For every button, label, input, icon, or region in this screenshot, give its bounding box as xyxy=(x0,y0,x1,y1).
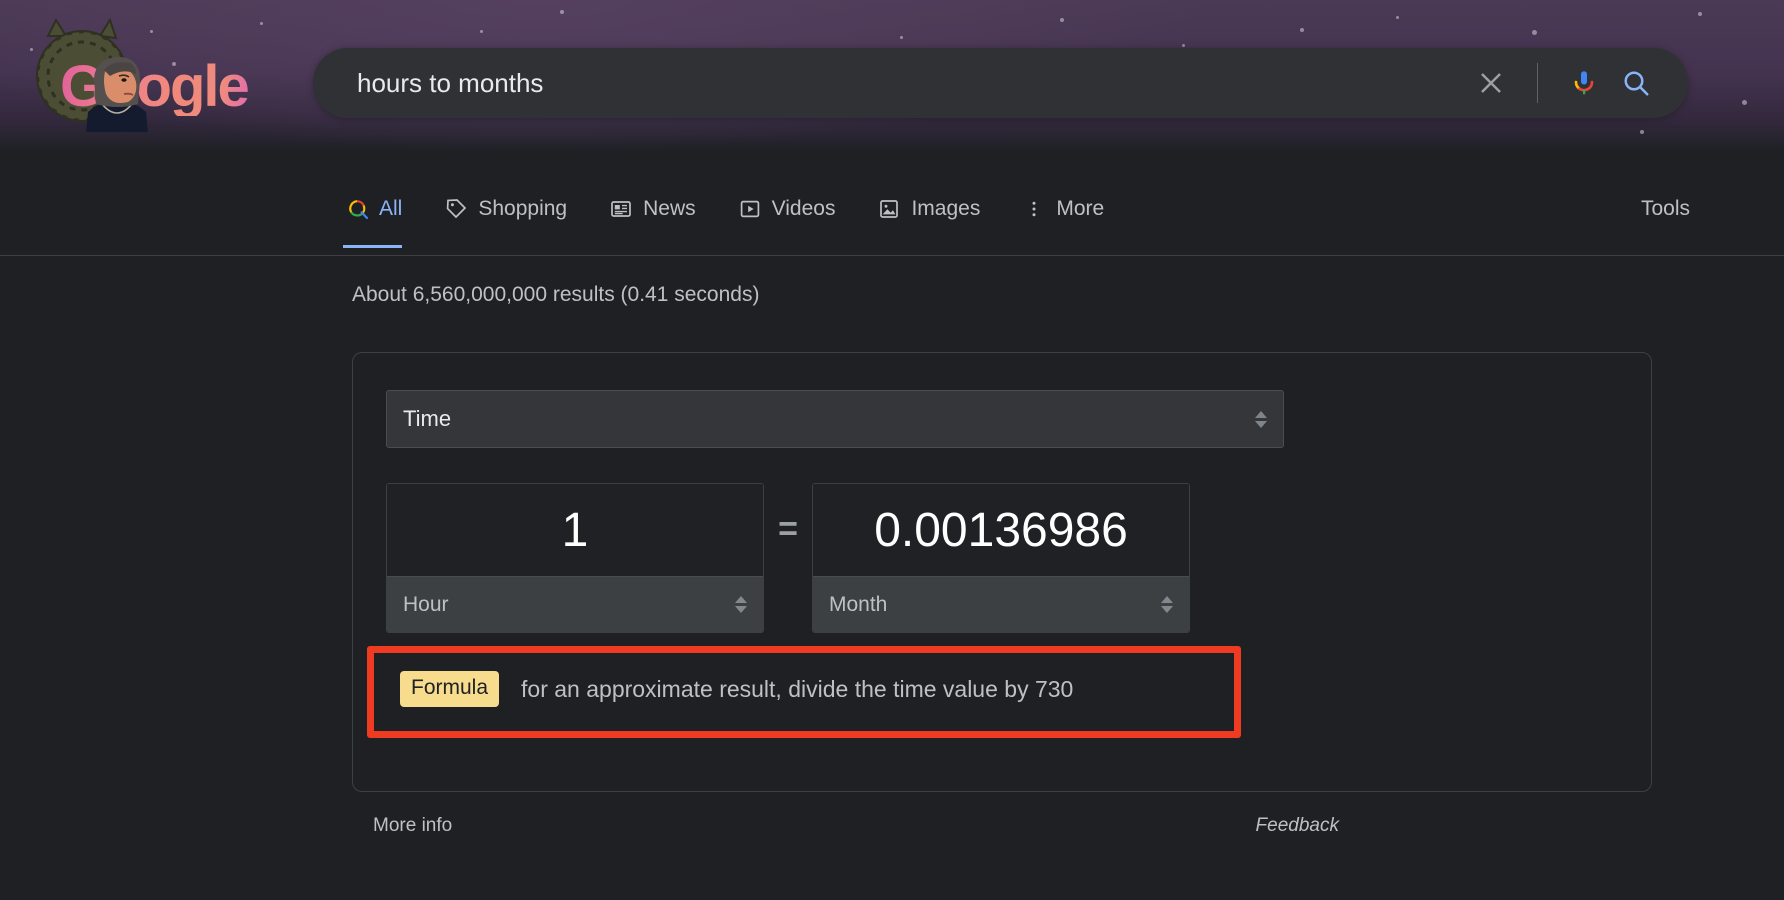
stepper-down-arrow[interactable] xyxy=(1255,420,1267,428)
equals-sign: = xyxy=(778,509,798,548)
stepper-icon[interactable] xyxy=(735,596,747,613)
image-icon xyxy=(880,200,899,218)
stepper-up-arrow[interactable] xyxy=(1255,410,1267,418)
searchbar-divider xyxy=(1537,63,1538,103)
converter-from-unit-label: Hour xyxy=(403,592,449,616)
microphone-icon xyxy=(1574,71,1594,95)
search-submit-button[interactable] xyxy=(1610,57,1662,109)
converter-to-column: Month xyxy=(812,483,1190,633)
formula-annotation-highlight: Formula for an approximate result, divid… xyxy=(367,646,1241,738)
formula-text: for an approximate result, divide the ti… xyxy=(521,675,1074,702)
star-dot xyxy=(900,36,903,39)
star-dot xyxy=(260,22,263,25)
converter-from-column: Hour xyxy=(386,483,764,633)
result-stats: About 6,560,000,000 results (0.41 second… xyxy=(352,283,760,306)
star-dot xyxy=(1182,44,1185,47)
doodle-person-illustration xyxy=(86,57,148,132)
converter-to-value[interactable] xyxy=(813,484,1189,576)
converter-category-select[interactable]: Time xyxy=(386,390,1284,448)
tab-images[interactable]: Images xyxy=(877,178,980,234)
stepper-down-arrow[interactable] xyxy=(1161,606,1173,613)
header-banner: Google xyxy=(0,0,1784,152)
tab-label: News xyxy=(643,197,696,220)
tab-label: Videos xyxy=(771,197,836,220)
formula-row: Formula for an approximate result, divid… xyxy=(400,671,1073,707)
converter-row: Hour = Month xyxy=(386,483,1286,633)
tab-all[interactable]: All xyxy=(342,178,403,248)
tools-label: Tools xyxy=(1640,197,1690,220)
voice-search-button[interactable] xyxy=(1558,57,1610,109)
stepper-up-arrow[interactable] xyxy=(735,596,747,603)
feedback-link[interactable]: Feedback xyxy=(1256,815,1339,837)
search-nav-tabs: All Shopping News Videos Images More Too… xyxy=(0,178,1784,256)
tab-label: More xyxy=(1056,197,1105,220)
nav-divider xyxy=(0,255,1784,256)
tab-label: Images xyxy=(911,197,981,220)
stepper-icon[interactable] xyxy=(1255,410,1267,428)
tab-news[interactable]: News xyxy=(609,178,696,234)
converter-to-unit-select[interactable]: Month xyxy=(813,576,1189,632)
star-dot xyxy=(1396,16,1399,19)
tab-more[interactable]: More xyxy=(1022,178,1104,234)
tab-videos[interactable]: Videos xyxy=(738,178,836,234)
search-input[interactable] xyxy=(357,67,1465,99)
converter-from-unit-select[interactable]: Hour xyxy=(387,576,763,632)
search-icon xyxy=(349,200,369,220)
newspaper-icon xyxy=(611,201,631,217)
tab-label: All xyxy=(379,197,403,220)
star-dot xyxy=(1742,100,1747,105)
tag-icon xyxy=(447,199,467,219)
formula-badge[interactable]: Formula xyxy=(400,671,500,707)
tab-label: Shopping xyxy=(478,197,568,220)
converter-from-value[interactable] xyxy=(387,484,763,576)
close-icon xyxy=(1481,73,1501,93)
converter-to-unit-label: Month xyxy=(829,592,888,616)
clear-search-button[interactable] xyxy=(1465,57,1517,109)
more-vertical-icon xyxy=(1032,201,1036,217)
stepper-down-arrow[interactable] xyxy=(735,606,747,613)
star-dot xyxy=(1060,18,1064,22)
tab-shopping[interactable]: Shopping xyxy=(444,178,567,234)
star-dot xyxy=(1532,30,1537,35)
star-dot xyxy=(560,10,564,14)
search-icon xyxy=(1624,71,1649,96)
star-dot xyxy=(480,30,483,33)
unit-converter-card: Time Hour = Month xyxy=(352,352,1652,792)
converter-category-label: Time xyxy=(403,406,452,431)
star-dot xyxy=(1698,12,1702,16)
stepper-up-arrow[interactable] xyxy=(1161,596,1173,603)
search-bar[interactable] xyxy=(313,48,1688,118)
tools-button[interactable]: Tools xyxy=(1641,184,1690,234)
star-dot xyxy=(1300,28,1304,32)
star-dot xyxy=(1640,130,1644,134)
stepper-icon[interactable] xyxy=(1161,596,1173,613)
more-info-link[interactable]: More info xyxy=(373,815,452,837)
play-box-icon xyxy=(740,200,759,218)
google-doodle-logo[interactable]: Google xyxy=(22,14,250,132)
